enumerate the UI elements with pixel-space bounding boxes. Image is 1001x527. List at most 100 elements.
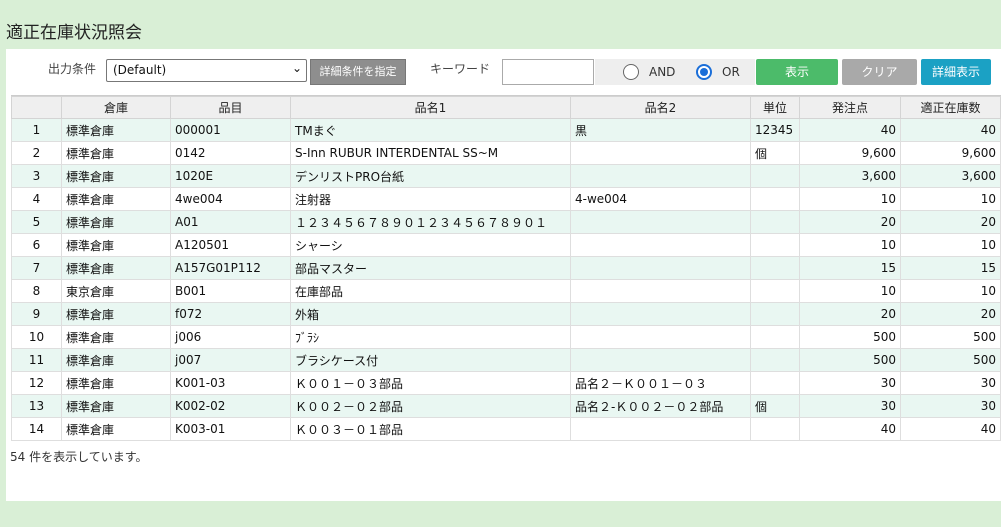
table-row[interactable]: 10 標準倉庫 j006 ﾌﾞﾗｼ 500 500: [11, 325, 1001, 349]
cell-warehouse: 標準倉庫: [61, 394, 171, 418]
radio-and[interactable]: [623, 64, 639, 80]
cell-item: f072: [170, 302, 291, 326]
table-row[interactable]: 7 標準倉庫 A157G01P112 部品マスター 15 15: [11, 256, 1001, 280]
cell-proper-stock: 30: [900, 394, 1001, 418]
cell-item: K002-02: [170, 394, 291, 418]
table-row[interactable]: 9 標準倉庫 f072 外箱 20 20: [11, 302, 1001, 326]
radio-or[interactable]: [696, 64, 712, 80]
cell-item: 4we004: [170, 187, 291, 211]
cell-name2: [570, 164, 751, 188]
cell-index: 8: [11, 279, 62, 303]
cell-item: B001: [170, 279, 291, 303]
cell-name1: S-Inn RUBUR INTERDENTAL SS~M: [290, 141, 571, 165]
cell-name2: 4-we004: [570, 187, 751, 211]
header-unit[interactable]: 単位: [750, 96, 800, 119]
table-row[interactable]: 8 東京倉庫 B001 在庫部品 10 10: [11, 279, 1001, 303]
cell-name2: [570, 233, 751, 257]
cell-unit: 個: [750, 141, 800, 165]
cell-warehouse: 標準倉庫: [61, 325, 171, 349]
cell-proper-stock: 10: [900, 187, 1001, 211]
table-body: 1 標準倉庫 000001 TMまぐ黒 12345 40 40 2 標準倉庫 0142 S-Inn …: [11, 118, 1001, 441]
header-name1[interactable]: 品名1: [290, 96, 571, 119]
cell-name1: TMまぐ: [290, 118, 571, 142]
table-row[interactable]: 3 標準倉庫 1020E デンリストPRO台紙 3,600 3,600: [11, 164, 1001, 188]
clear-button[interactable]: クリア: [842, 59, 917, 85]
cell-unit: [750, 417, 800, 441]
cell-item: 1020E: [170, 164, 291, 188]
cell-name2: 黒: [570, 118, 751, 142]
cell-warehouse: 標準倉庫: [61, 187, 171, 211]
header-warehouse[interactable]: 倉庫: [61, 96, 171, 119]
cell-unit: [750, 210, 800, 234]
cell-proper-stock: 500: [900, 348, 1001, 372]
cell-name1: 部品マスター: [290, 256, 571, 280]
cell-proper-stock: 10: [900, 233, 1001, 257]
table-row[interactable]: 11 標準倉庫 j007 ブラシケース付 500 500: [11, 348, 1001, 372]
header-order-point[interactable]: 発注点: [799, 96, 901, 119]
header-item[interactable]: 品目: [170, 96, 291, 119]
cell-item: 0142: [170, 141, 291, 165]
header-index[interactable]: [11, 96, 62, 119]
output-condition-select[interactable]: (Default) ⌄: [106, 59, 307, 82]
detail-condition-button[interactable]: 詳細条件を指定: [310, 59, 406, 85]
cell-unit: 12345: [750, 118, 800, 142]
keyword-label: キーワード: [430, 62, 491, 76]
cell-proper-stock: 40: [900, 118, 1001, 142]
table-row[interactable]: 5 標準倉庫 A01 １２３４５６７８９０１２３４５６７８９０１ 20 20: [11, 210, 1001, 234]
cell-unit: [750, 164, 800, 188]
cell-order-point: 500: [799, 325, 901, 349]
cell-proper-stock: 10: [900, 279, 1001, 303]
cell-warehouse: 標準倉庫: [61, 118, 171, 142]
cell-name1: Ｋ００１－０３部品: [290, 371, 571, 395]
cell-unit: [750, 279, 800, 303]
search-mode-radio-group: AND OR: [595, 59, 755, 85]
cell-order-point: 3,600: [799, 164, 901, 188]
cell-warehouse: 東京倉庫: [61, 279, 171, 303]
cell-order-point: 40: [799, 118, 901, 142]
table-row[interactable]: 4 標準倉庫 4we004 注射器 4-we004 10 10: [11, 187, 1001, 211]
header-proper-stock[interactable]: 適正在庫数: [900, 96, 1001, 119]
cell-warehouse: 標準倉庫: [61, 210, 171, 234]
table-row[interactable]: 14 標準倉庫 K003-01 Ｋ００３－０１部品 40 40: [11, 417, 1001, 441]
table-row[interactable]: 12 標準倉庫 K001-03 Ｋ００１－０３部品 品名２－Ｋ００１－０３ 30 30: [11, 371, 1001, 395]
toolbar: 出力条件 (Default) ⌄ 詳細条件を指定 キーワード AND OR 表示…: [6, 49, 1001, 91]
cell-item: A01: [170, 210, 291, 234]
cell-order-point: 20: [799, 302, 901, 326]
cell-order-point: 10: [799, 233, 901, 257]
cell-unit: [750, 256, 800, 280]
output-condition-value: (Default): [113, 63, 167, 77]
result-count-text: 54 件を表示しています。: [10, 450, 148, 464]
keyword-input[interactable]: [502, 59, 594, 85]
cell-unit: [750, 325, 800, 349]
cell-name1: １２３４５６７８９０１２３４５６７８９０１: [290, 210, 571, 234]
cell-name1: Ｋ００３－０１部品: [290, 417, 571, 441]
cell-unit: [750, 348, 800, 372]
cell-index: 14: [11, 417, 62, 441]
show-button[interactable]: 表示: [756, 59, 838, 85]
detail-view-button[interactable]: 詳細表示: [921, 59, 991, 85]
cell-item: K003-01: [170, 417, 291, 441]
cell-warehouse: 標準倉庫: [61, 371, 171, 395]
cell-warehouse: 標準倉庫: [61, 233, 171, 257]
cell-item: K001-03: [170, 371, 291, 395]
table-row[interactable]: 13 標準倉庫 K002-02 Ｋ００２－０２部品 品名２-Ｋ００２－０２部品個 30 30: [11, 394, 1001, 418]
table-row[interactable]: 2 標準倉庫 0142 S-Inn RUBUR INTERDENTAL SS~M 個 9,…: [11, 141, 1001, 165]
cell-unit: 個: [750, 394, 800, 418]
cell-unit: [750, 233, 800, 257]
inventory-grid: 倉庫 品目 品名1 品名2 単位 発注点 適正在庫数 1 標準倉庫 000001 TM…: [11, 95, 1001, 442]
cell-name2: 品名２-Ｋ００２－０２部品: [570, 394, 751, 418]
header-name2[interactable]: 品名2: [570, 96, 751, 119]
cell-unit: [750, 187, 800, 211]
cell-name1: 注射器: [290, 187, 571, 211]
table-header-row: 倉庫 品目 品名1 品名2 単位 発注点 適正在庫数: [11, 96, 1001, 119]
cell-name2: [570, 302, 751, 326]
inventory-table: 倉庫 品目 品名1 品名2 単位 発注点 適正在庫数 1 標準倉庫 000001 TM…: [11, 96, 1001, 441]
table-row[interactable]: 1 標準倉庫 000001 TMまぐ黒 12345 40 40: [11, 118, 1001, 142]
cell-warehouse: 標準倉庫: [61, 141, 171, 165]
cell-order-point: 9,600: [799, 141, 901, 165]
cell-proper-stock: 40: [900, 417, 1001, 441]
cell-unit: [750, 371, 800, 395]
cell-index: 5: [11, 210, 62, 234]
cell-order-point: 20: [799, 210, 901, 234]
table-row[interactable]: 6 標準倉庫 A120501 シャーシ 10 10: [11, 233, 1001, 257]
